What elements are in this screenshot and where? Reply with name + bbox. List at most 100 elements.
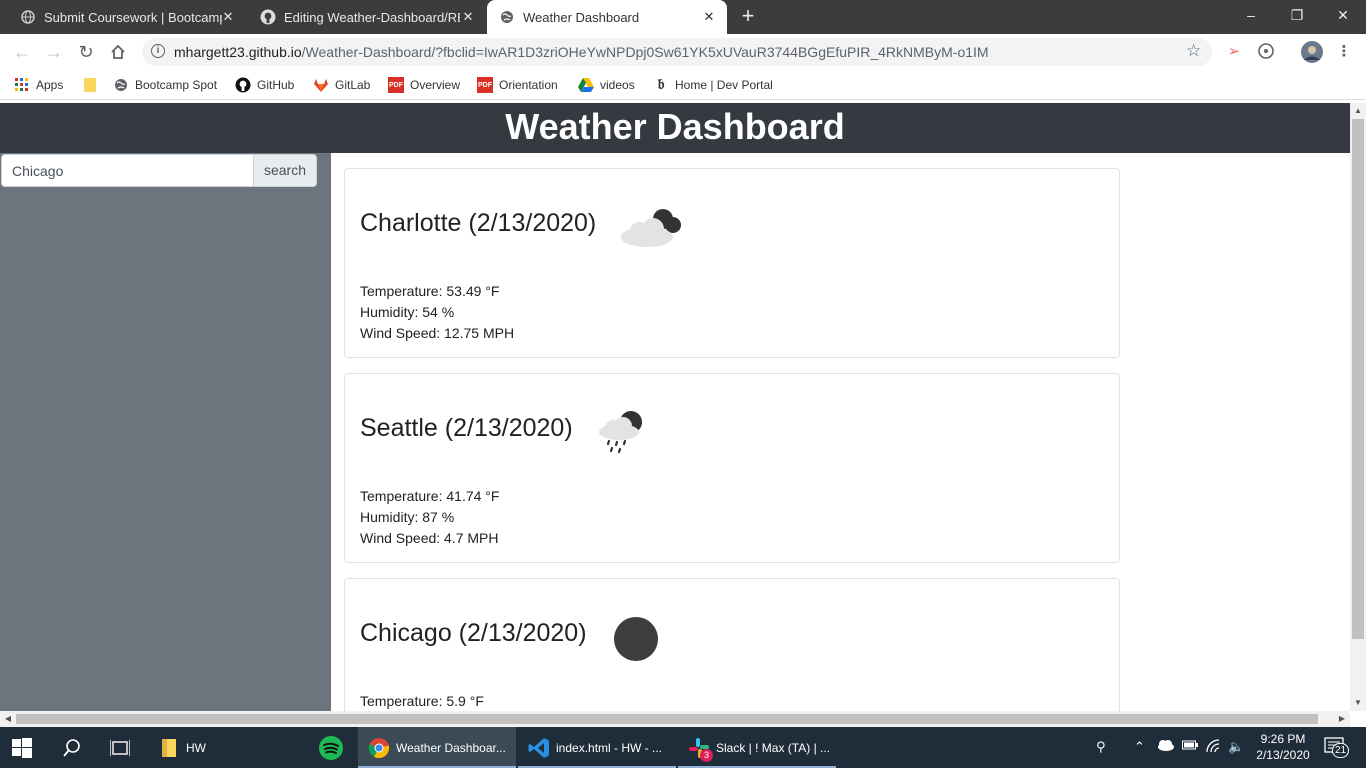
taskbar-item-chrome[interactable]: Weather Dashboar... — [358, 727, 516, 768]
cloudy-night-icon — [617, 205, 685, 254]
bookmark-folder[interactable] — [82, 76, 104, 94]
weather-card: Charlotte (2/13/2020) Temperature: 53.49… — [344, 168, 1120, 358]
vertical-scrollbar[interactable]: ▲ ▼ — [1350, 103, 1366, 711]
bookmark-videos[interactable]: videos — [578, 76, 635, 94]
folder-icon — [158, 737, 180, 759]
forward-icon[interactable]: → — [42, 40, 66, 64]
apps-grid-icon — [14, 77, 30, 93]
windows-taskbar: HW Weather Dashboar... index.html - HW -… — [0, 727, 1366, 768]
taskbar-item-label: Weather Dashboar... — [396, 740, 506, 755]
scroll-left-icon[interactable]: ◀ — [0, 711, 16, 727]
slack-badge: 3 — [700, 748, 713, 762]
city-date-heading: Charlotte (2/13/2020) — [360, 209, 597, 237]
url-text: mhargett23.github.io/Weather-Dashboard/?… — [174, 44, 989, 60]
chevron-up-icon[interactable]: ⌃ — [1134, 739, 1145, 755]
search-icon[interactable] — [62, 727, 82, 768]
bookmark-label: Apps — [36, 78, 64, 92]
scroll-up-icon[interactable]: ▲ — [1350, 103, 1366, 119]
weather-card: Seattle (2/13/2020) Temperature: 41.74 °… — [344, 373, 1120, 563]
profile-avatar[interactable] — [1300, 40, 1324, 64]
extension-arrow-icon[interactable]: ➢ — [1224, 42, 1244, 62]
taskbar-item-label: index.html - HW - ... — [556, 740, 663, 755]
extension-circle-icon[interactable] — [1256, 42, 1276, 62]
browser-toolbar: ← → ↻ i mhargett23.github.io/Weather-Das… — [0, 34, 1366, 70]
chrome-icon — [368, 737, 390, 759]
bookmark-bootcamp-spot[interactable]: Bootcamp Spot — [113, 76, 217, 94]
system-clock[interactable]: 9:26 PM 2/13/2020 — [1248, 731, 1318, 763]
horizontal-scroll-thumb[interactable] — [16, 714, 1318, 724]
notifications-icon[interactable]: 21 — [1324, 737, 1350, 760]
tab-weather-dashboard[interactable]: Weather Dashboard ✕ — [487, 0, 727, 34]
humidity-text: Humidity: 54 % — [360, 304, 455, 320]
bookmark-label: Orientation — [499, 78, 558, 92]
temperature-text: Temperature: 53.49 °F — [360, 283, 500, 299]
volume-icon[interactable]: 🔈 — [1228, 739, 1244, 755]
web-page: Weather Dashboard search Charlotte (2/13… — [0, 103, 1350, 711]
temperature-text: Temperature: 41.74 °F — [360, 488, 500, 504]
pdf-icon: PDF — [388, 77, 404, 93]
back-icon[interactable]: ← — [10, 40, 34, 64]
clock-date: 2/13/2020 — [1256, 748, 1310, 762]
bookmark-gitlab[interactable]: GitLab — [313, 76, 370, 94]
taskbar-item-label: Slack | ! Max (TA) | ... — [716, 740, 831, 755]
restore-icon[interactable]: ❐ — [1274, 0, 1320, 30]
scroll-down-icon[interactable]: ▼ — [1350, 695, 1366, 711]
folder-icon — [82, 77, 98, 93]
menu-dots-icon[interactable]: ⋮ — [1334, 42, 1354, 62]
weather-card: Chicago (2/13/2020) Temperature: 5.9 °F — [344, 578, 1120, 711]
bookmark-apps[interactable]: Apps — [14, 76, 63, 94]
info-icon[interactable]: i — [151, 44, 165, 58]
github-icon — [260, 9, 276, 25]
sidebar: search — [0, 153, 331, 711]
bookmark-orientation[interactable]: PDF Orientation — [477, 76, 558, 94]
taskbar-item-file-explorer[interactable]: HW — [158, 727, 206, 768]
vscode-icon — [528, 737, 550, 759]
slack-icon: 3 — [688, 737, 713, 762]
tab-title: Editing Weather-Dashboard/REA — [284, 9, 460, 25]
taskbar-item-label: HW — [186, 740, 206, 755]
reload-icon[interactable]: ↻ — [74, 40, 98, 64]
people-icon[interactable]: ⚲ — [1096, 739, 1106, 755]
new-tab-button[interactable]: + — [736, 4, 760, 28]
bookmark-github[interactable]: GitHub — [235, 76, 294, 94]
wifi-icon[interactable] — [1206, 739, 1222, 756]
city-date-heading: Chicago (2/13/2020) — [360, 619, 587, 647]
tab-submit-coursework[interactable]: Submit Coursework | Bootcamp S ✕ — [0, 0, 246, 34]
browser-tab-strip: Submit Coursework | Bootcamp S ✕ Editing… — [0, 0, 1366, 34]
taskbar-item-slack[interactable]: 3 Slack | ! Max (TA) | ... — [678, 727, 836, 768]
battery-icon[interactable] — [1182, 739, 1198, 754]
onedrive-icon[interactable] — [1156, 739, 1174, 754]
bookmark-overview[interactable]: PDF Overview — [388, 76, 460, 94]
globe-icon — [20, 9, 36, 25]
start-button[interactable] — [12, 727, 32, 768]
city-date-heading: Seattle (2/13/2020) — [360, 414, 573, 442]
horizontal-scrollbar[interactable]: ◀ ▶ — [0, 711, 1350, 727]
tab-editing-readme[interactable]: Editing Weather-Dashboard/REA ✕ — [240, 0, 486, 34]
home-icon[interactable] — [106, 40, 130, 64]
clear-night-icon — [613, 616, 659, 667]
bookmark-label: GitLab — [335, 78, 371, 92]
bookmark-label: Home | Dev Portal — [675, 78, 773, 92]
taskbar-item-vscode[interactable]: index.html - HW - ... — [518, 727, 676, 768]
minimize-icon[interactable]: – — [1228, 0, 1274, 30]
scroll-right-icon[interactable]: ▶ — [1334, 711, 1350, 727]
close-tab-icon[interactable]: ✕ — [701, 9, 717, 25]
close-window-icon[interactable]: ✕ — [1320, 0, 1366, 30]
notification-count: 21 — [1332, 743, 1350, 758]
bookmark-label: videos — [600, 78, 635, 92]
wind-speed-text: Wind Speed: 12.75 MPH — [360, 325, 515, 341]
close-tab-icon[interactable]: ✕ — [220, 9, 236, 25]
spotify-icon[interactable] — [318, 727, 344, 768]
tab-title: Weather Dashboard — [523, 9, 640, 25]
task-view-icon[interactable] — [110, 727, 130, 768]
bookmarks-bar: Apps Bootcamp Spot GitHub GitLab PDF Ove… — [0, 70, 1366, 100]
search-button[interactable]: search — [253, 154, 317, 187]
vertical-scroll-thumb[interactable] — [1352, 119, 1364, 639]
close-tab-icon[interactable]: ✕ — [460, 9, 476, 25]
bookmark-star-icon[interactable]: ☆ — [1186, 41, 1201, 61]
city-search-input[interactable] — [1, 154, 254, 187]
bookmark-dev-portal[interactable]: 𝔟 Home | Dev Portal — [653, 76, 773, 94]
wind-speed-text: Wind Speed: 4.7 MPH — [360, 530, 499, 546]
temperature-text: Temperature: 5.9 °F — [360, 693, 484, 709]
address-bar[interactable]: i mhargett23.github.io/Weather-Dashboard… — [142, 38, 1212, 66]
